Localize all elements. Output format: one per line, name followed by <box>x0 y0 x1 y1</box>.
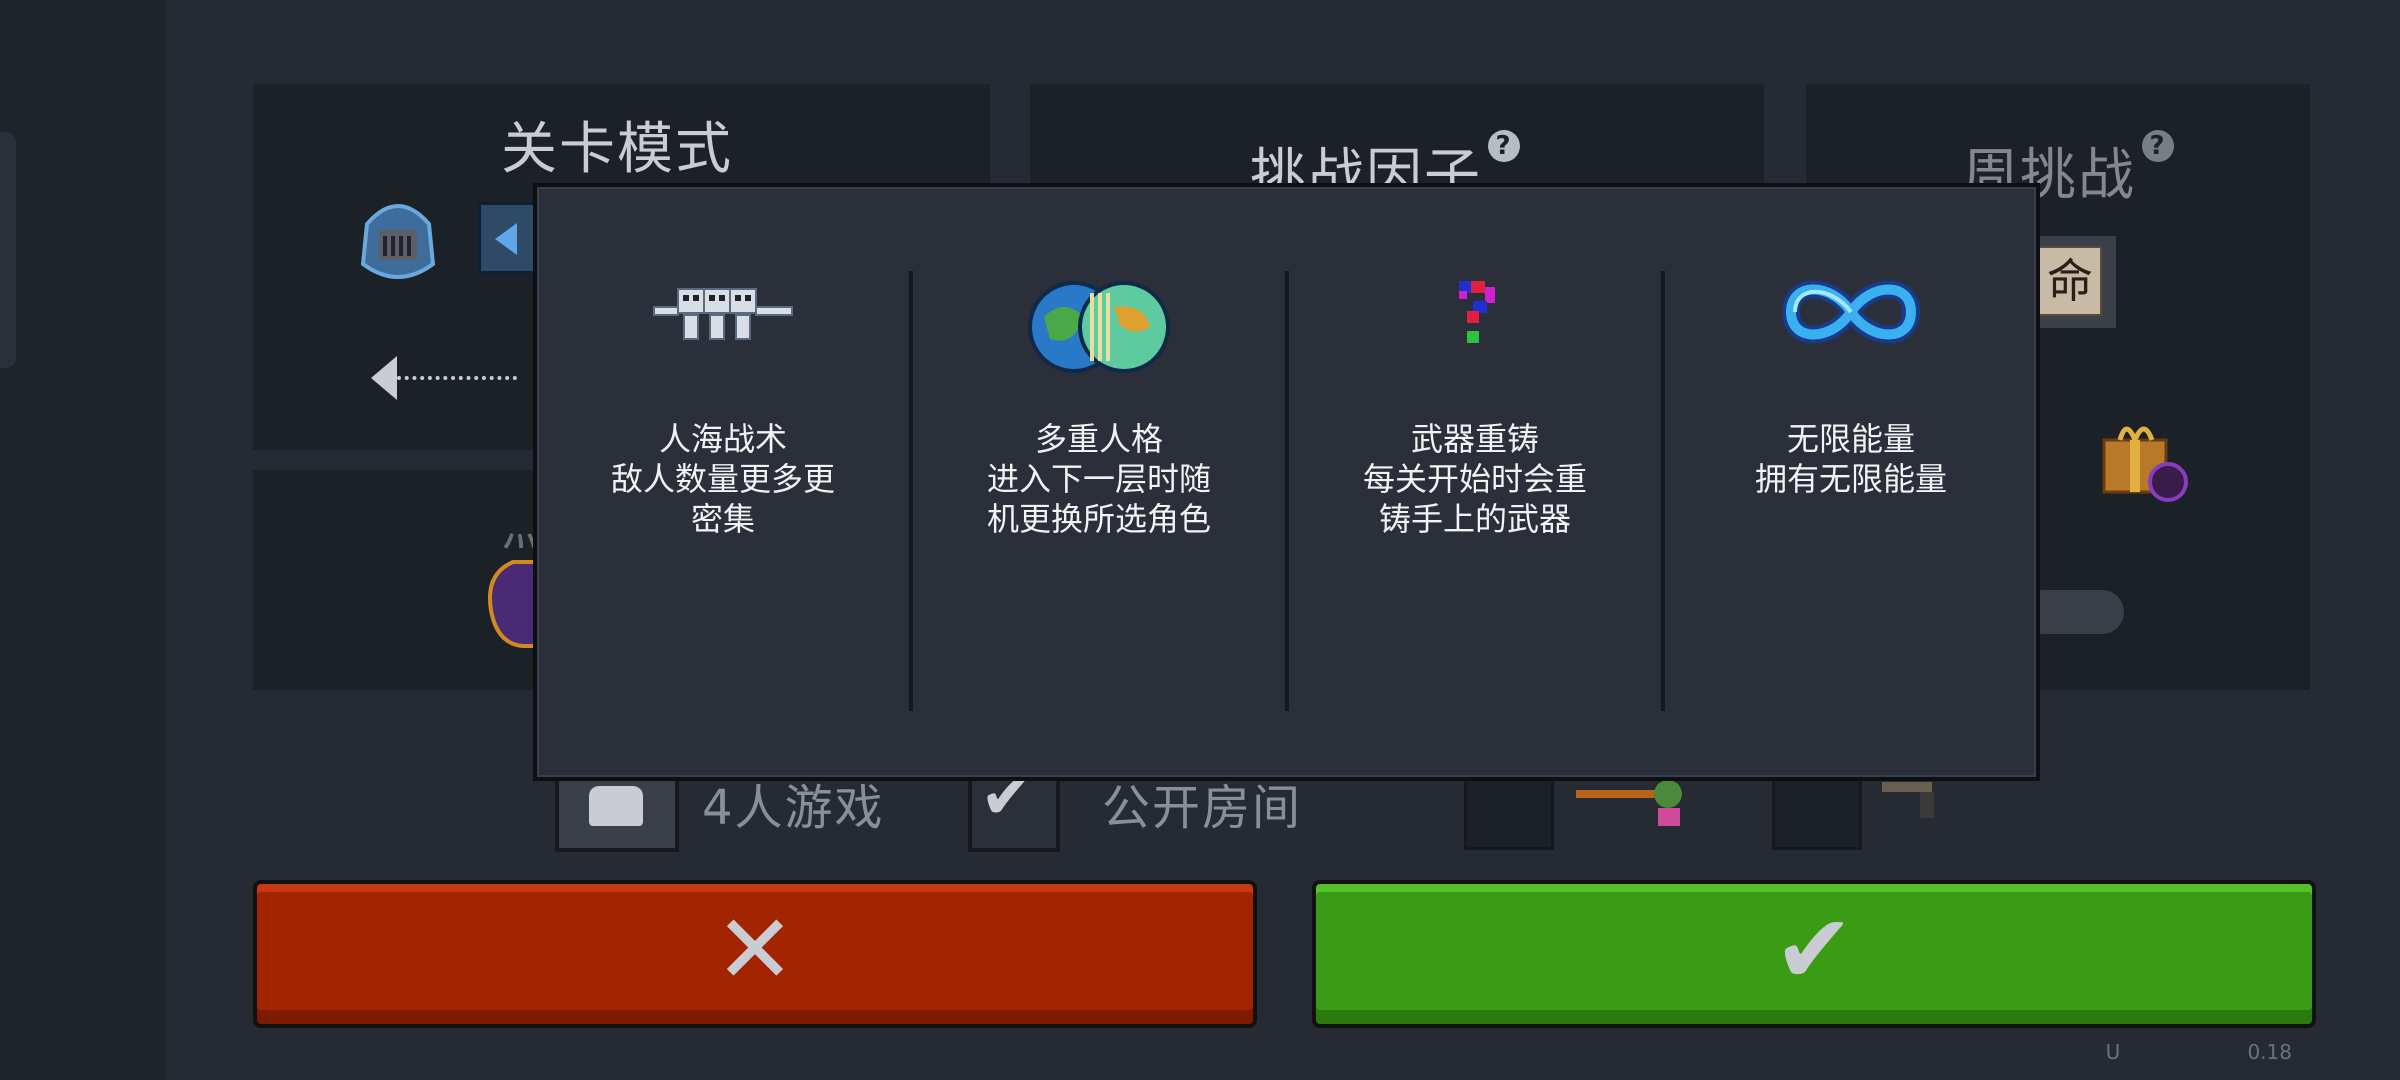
factor-desc-line: 拥有无限能量 <box>1754 460 1947 498</box>
confirm-button[interactable]: ✔ <box>1312 880 2316 1028</box>
weekly-badge[interactable]: 命 <box>2032 236 2116 328</box>
factor-name: 无限能量 <box>1786 420 1915 458</box>
factor-card[interactable]: 武器重铸 每关开始时会重 铸手上的武器 <box>1289 187 1661 777</box>
factor-desc: 进入下一层时随 机更换所选角色 <box>913 459 1285 539</box>
plant-staff-icon <box>1576 780 1682 826</box>
version-text: U 0.18 <box>2105 1040 2292 1064</box>
factor-desc-line: 进入下一层时随 <box>986 460 1211 498</box>
glitch-question-icon <box>1459 281 1495 343</box>
weekly-badge-label: 命 <box>2038 246 2102 316</box>
challenge-factors-overlay: 人海战术 敌人数量更多更 密集 多重人格 进入下一层时随 机更换所选角色 武器重… <box>533 183 2040 781</box>
help-icon[interactable]: ? <box>2142 130 2174 162</box>
factor-desc-line: 密集 <box>690 500 755 538</box>
factor-card[interactable]: 无限能量 拥有无限能量 <box>1665 187 2037 777</box>
sidebar-tab[interactable] <box>0 132 16 368</box>
factor-card[interactable]: 人海战术 敌人数量更多更 密集 <box>537 187 909 777</box>
factor-name: 人海战术 <box>658 420 787 458</box>
factor-desc: 拥有无限能量 <box>1665 459 2037 499</box>
factor-desc-line: 每关开始时会重 <box>1362 460 1587 498</box>
split-planet-icon <box>1028 281 1170 373</box>
factor-name: 武器重铸 <box>1410 420 1539 458</box>
factor-card[interactable]: 多重人格 进入下一层时随 机更换所选角色 <box>913 187 1285 777</box>
level-mode-title: 关卡模式 <box>501 117 733 182</box>
knight-helmet-icon[interactable] <box>357 194 439 282</box>
infinity-icon <box>1781 280 1921 344</box>
left-sidebar <box>0 0 165 1080</box>
check-icon: ✔ <box>1773 893 1855 1006</box>
factor-desc: 每关开始时会重 铸手上的武器 <box>1289 459 1661 539</box>
factor-desc-line: 敌人数量更多更 <box>610 460 835 498</box>
factor-desc: 敌人数量更多更 密集 <box>537 459 909 539</box>
dotted-arrow-left <box>371 356 397 400</box>
skeleton-horde-icon <box>653 288 793 340</box>
factor-name: 多重人格 <box>1034 420 1163 458</box>
close-icon: ✕ <box>714 893 796 1006</box>
help-icon[interactable]: ? <box>1488 130 1520 162</box>
character-panel: 灬 <box>253 470 553 690</box>
players-icon <box>589 786 643 826</box>
dotted-line <box>397 376 517 380</box>
cancel-button[interactable]: ✕ <box>253 880 1257 1028</box>
factor-desc-line: 铸手上的武器 <box>1378 500 1571 538</box>
gift-box-icon[interactable] <box>2096 414 2188 504</box>
factor-desc-line: 机更换所选角色 <box>986 500 1211 538</box>
